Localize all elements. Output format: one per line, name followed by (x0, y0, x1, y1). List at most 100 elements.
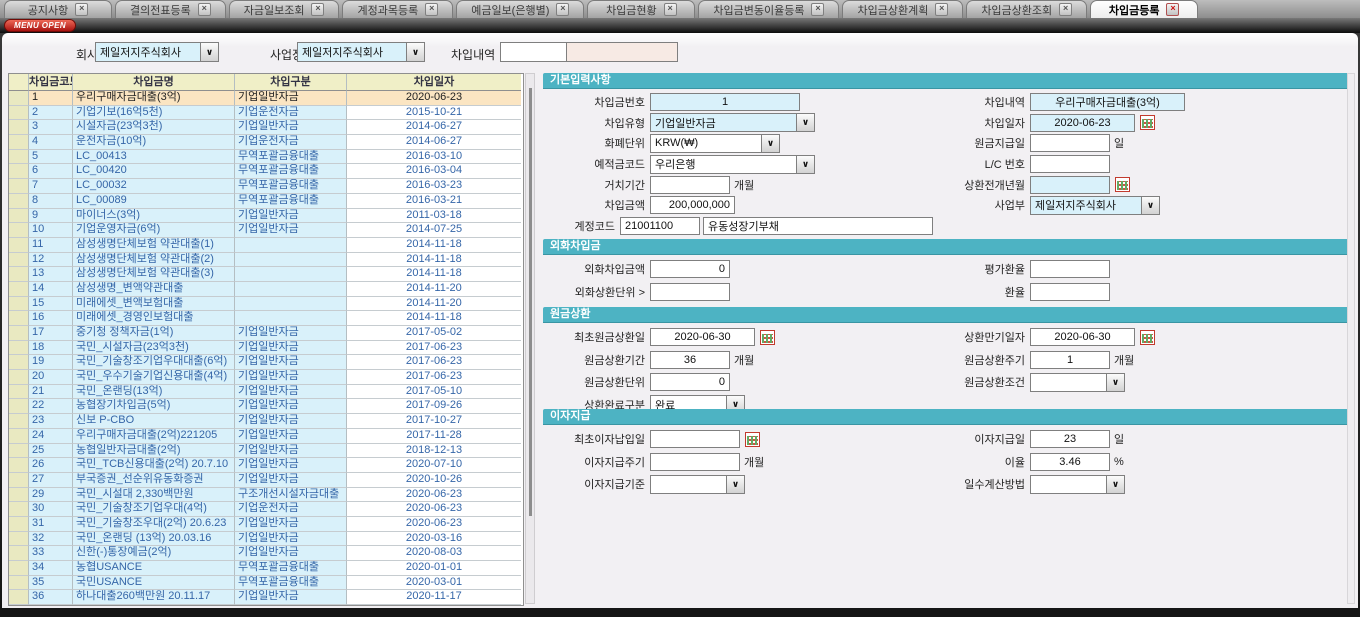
table-cell[interactable]: 2017-09-26 (347, 399, 521, 414)
table-row[interactable]: 32국민_온랜딩 (13억) 20.03.16기업일반자금2020-03-16 (9, 532, 523, 547)
table-cell[interactable]: 기업일반자금 (235, 444, 347, 459)
table-cell[interactable]: 13 (29, 267, 73, 282)
table-cell[interactable]: 2016-03-23 (347, 179, 521, 194)
row-selector-cell[interactable] (9, 297, 29, 312)
table-cell[interactable]: 국민_기술창조우대(2억) 20.6.23 (73, 517, 235, 532)
table-cell[interactable]: 2020-11-17 (347, 590, 521, 605)
table-row[interactable]: 14삼성생명_변액약관대출2014-11-20 (9, 282, 523, 297)
table-cell[interactable]: 기업일반자금 (235, 399, 347, 414)
row-selector-cell[interactable] (9, 238, 29, 253)
tab-4[interactable]: 계정과목등록× (342, 0, 453, 18)
field-input[interactable]: 1 (650, 93, 800, 111)
table-cell[interactable]: 2020-03-01 (347, 576, 521, 591)
table-cell[interactable]: 2020-07-10 (347, 458, 521, 473)
table-cell[interactable]: 10 (29, 223, 73, 238)
tab-8[interactable]: 차입금상환계획× (842, 0, 963, 18)
tab-5[interactable]: 예금일보(은행별)× (456, 0, 584, 18)
table-cell[interactable]: 기업일반자금 (235, 473, 347, 488)
table-cell[interactable]: 운전자금(10억) (73, 135, 235, 150)
table-cell[interactable]: 구조개선시설자금대출 (235, 488, 347, 503)
table-cell[interactable]: 무역포괄금융대출 (235, 150, 347, 165)
table-cell[interactable]: 32 (29, 532, 73, 547)
table-cell[interactable]: 기업일반자금 (235, 326, 347, 341)
table-row[interactable]: 5LC_00413무역포괄금융대출2016-03-10 (9, 150, 523, 165)
tab-1[interactable]: 공지사항× (4, 0, 112, 18)
table-cell[interactable]: 17 (29, 326, 73, 341)
table-cell[interactable]: 7 (29, 179, 73, 194)
table-cell[interactable]: 6 (29, 164, 73, 179)
table-cell[interactable]: 14 (29, 282, 73, 297)
table-row[interactable]: 9마이너스(3억)기업일반자금2011-03-18 (9, 209, 523, 224)
row-selector-cell[interactable] (9, 326, 29, 341)
table-cell[interactable]: 국민_기술창조기업우대대출(6억) (73, 355, 235, 370)
table-cell[interactable]: 미래에셋_경영인보험대출 (73, 311, 235, 326)
field-input[interactable]: 36 (650, 351, 730, 369)
table-cell[interactable]: 부국증권_선순위유동화증권 (73, 473, 235, 488)
site-select[interactable]: 제일저지주식회사 ∨ (297, 42, 425, 62)
field-select[interactable]: 제일저지주식회사∨ (1030, 196, 1160, 215)
table-row[interactable]: 30국민_기술창조기업우대(4억)기업운전자금2020-06-23 (9, 502, 523, 517)
table-cell[interactable]: 국민_시설자금(23억3천) (73, 341, 235, 356)
table-cell[interactable]: 2014-06-27 (347, 135, 521, 150)
field-select[interactable]: 우리은행∨ (650, 155, 815, 174)
table-cell[interactable]: 기업일반자금 (235, 370, 347, 385)
table-cell[interactable]: 2014-07-25 (347, 223, 521, 238)
table-row[interactable]: 22농협장기차입금(5억)기업일반자금2017-09-26 (9, 399, 523, 414)
row-selector-cell[interactable] (9, 502, 29, 517)
row-selector-cell[interactable] (9, 546, 29, 561)
row-selector-cell[interactable] (9, 429, 29, 444)
table-cell[interactable]: 기업일반자금 (235, 223, 347, 238)
table-cell[interactable]: LC_00089 (73, 194, 235, 209)
table-cell[interactable]: 시설자금(23억3천) (73, 120, 235, 135)
table-cell[interactable]: 2020-01-01 (347, 561, 521, 576)
scrollbar-thumb[interactable] (529, 88, 532, 516)
table-cell[interactable]: 신보 P-CBO (73, 414, 235, 429)
tab-7[interactable]: 차입금변동이율등록× (698, 0, 839, 18)
field-input[interactable] (1030, 134, 1110, 152)
table-row[interactable]: 31국민_기술창조우대(2억) 20.6.23기업일반자금2020-06-23 (9, 517, 523, 532)
row-selector-cell[interactable] (9, 414, 29, 429)
field-input[interactable]: 23 (1030, 430, 1110, 448)
table-cell[interactable]: 기업일반자금 (235, 91, 347, 106)
table-cell[interactable]: 5 (29, 150, 73, 165)
row-selector-cell[interactable] (9, 150, 29, 165)
tab-10[interactable]: 차입금등록× (1090, 0, 1198, 18)
table-cell[interactable]: LC_00413 (73, 150, 235, 165)
table-cell[interactable]: 19 (29, 355, 73, 370)
table-row[interactable]: 16미래에셋_경영인보험대출 2014-11-18 (9, 311, 523, 326)
loan-detail-input[interactable] (500, 42, 567, 62)
row-selector-cell[interactable] (9, 311, 29, 326)
row-selector-cell[interactable] (9, 385, 29, 400)
table-cell[interactable]: 마이너스(3억) (73, 209, 235, 224)
table-cell[interactable]: 무역포괄금융대출 (235, 576, 347, 591)
table-cell[interactable]: 34 (29, 561, 73, 576)
table-row[interactable]: 26국민_TCB신용대출(2억) 20.7.10기업일반자금2020-07-10 (9, 458, 523, 473)
row-selector-cell[interactable] (9, 561, 29, 576)
table-cell[interactable]: 기업일반자금 (235, 590, 347, 605)
table-cell[interactable] (235, 297, 347, 312)
row-selector-cell[interactable] (9, 179, 29, 194)
table-row[interactable]: 11삼성생명단체보험 약관대출(1)2014-11-18 (9, 238, 523, 253)
table-row[interactable]: 34농협USANCE무역포괄금융대출2020-01-01 (9, 561, 523, 576)
table-cell[interactable]: 무역포괄금융대출 (235, 179, 347, 194)
table-row[interactable]: 23신보 P-CBO기업일반자금2017-10-27 (9, 414, 523, 429)
table-cell[interactable]: 농협장기차입금(5억) (73, 399, 235, 414)
field-input[interactable]: 0 (650, 260, 730, 278)
chevron-down-icon[interactable]: ∨ (1106, 374, 1124, 391)
calendar-icon[interactable] (1115, 177, 1130, 192)
table-row[interactable]: 25농협일반자금대출(2억)기업일반자금2018-12-13 (9, 444, 523, 459)
table-cell[interactable]: 21 (29, 385, 73, 400)
tab-9[interactable]: 차입금상환조회× (966, 0, 1087, 18)
row-selector-cell[interactable] (9, 590, 29, 605)
table-cell[interactable]: 2014-11-18 (347, 311, 521, 326)
table-cell[interactable]: 기업일반자금 (235, 209, 347, 224)
chevron-down-icon[interactable]: ∨ (796, 156, 814, 173)
table-cell[interactable]: 2011-03-18 (347, 209, 521, 224)
chevron-down-icon[interactable]: ∨ (1106, 476, 1124, 493)
table-cell[interactable]: 국민_시설대 2,330백만원 (73, 488, 235, 503)
table-cell[interactable]: 16 (29, 311, 73, 326)
tab-close-icon[interactable]: × (198, 3, 211, 16)
table-cell[interactable]: 36 (29, 590, 73, 605)
field-input[interactable] (650, 453, 740, 471)
table-row[interactable]: 24우리구매자금대출(2억)221205기업일반자금2017-11-28 (9, 429, 523, 444)
